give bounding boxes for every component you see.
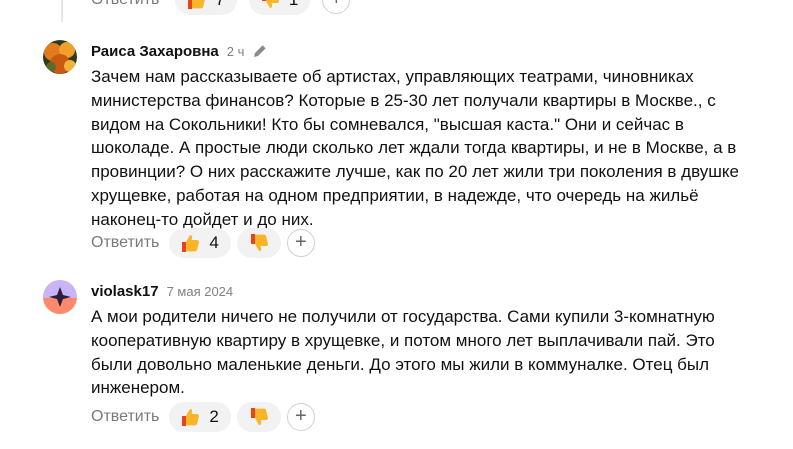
reply-button[interactable]: Ответить	[91, 408, 159, 426]
thumbs-up-icon	[179, 232, 201, 254]
comment-text-line: А мои родители ничего не получили от гос…	[91, 307, 715, 326]
comment-text-line: были довольно маленькие деньги. До этого…	[91, 354, 710, 374]
comment-actions: Ответить 2 +	[91, 402, 315, 432]
like-count: 4	[209, 233, 219, 252]
comment-text-line: Зачем нам рассказываете об артистах, упр…	[91, 67, 694, 86]
thumbs-up-icon	[185, 0, 207, 11]
plus-icon: +	[295, 405, 307, 427]
timestamp: 7 мая 2024	[166, 283, 234, 299]
like-button[interactable]: 7	[175, 0, 237, 15]
thumbs-down-icon	[259, 0, 281, 11]
timestamp: 2 ч	[226, 43, 245, 59]
thumbs-down-icon	[248, 406, 270, 428]
pencil-icon[interactable]	[252, 43, 268, 59]
comment-text-line: инженером.	[91, 378, 185, 398]
comment-actions: Ответить 4 +	[91, 228, 315, 258]
author-name[interactable]: violask17	[91, 283, 159, 300]
comment-text: Зачем нам рассказываете об артистах, упр…	[91, 65, 761, 232]
comment-text: А мои родители ничего не получили от гос…	[91, 305, 761, 400]
like-button[interactable]: 4	[169, 228, 231, 258]
comment-text-line: шоколаде. А простые люди сколько лет жда…	[91, 138, 737, 158]
author-name[interactable]: Раиса Захаровна	[91, 43, 219, 60]
reply-button[interactable]: Ответить	[91, 0, 159, 9]
comment-text-line: министерства финансов? Которые в 25-30 л…	[91, 90, 716, 110]
comment-text-line: хрущевке, работая на одном предприятии, …	[91, 185, 699, 205]
dislike-count: 1	[289, 0, 298, 10]
add-reaction-button[interactable]: +	[286, 403, 315, 431]
thumbs-down-icon	[248, 232, 270, 254]
like-count: 2	[209, 407, 219, 426]
dislike-button[interactable]	[236, 228, 281, 258]
like-button[interactable]: 2	[169, 402, 231, 432]
avatar[interactable]	[43, 40, 77, 74]
add-reaction-button[interactable]: +	[322, 0, 351, 14]
plus-icon: +	[330, 0, 342, 9]
add-reaction-button[interactable]: +	[286, 229, 315, 257]
previous-comment-actions: Ответить 7 1 +	[91, 0, 351, 15]
dislike-button[interactable]: 1	[248, 0, 311, 15]
comment-header: Раиса Захаровна 2 ч	[91, 41, 268, 61]
plus-icon: +	[295, 231, 307, 253]
comment-text-line: провинции? О них расскажите лучше, как п…	[91, 162, 739, 182]
comment-header: violask17 7 мая 2024	[91, 281, 233, 301]
comment-text-line: видом на Сокольники! Кто бы сомневался, …	[91, 114, 684, 134]
dislike-button[interactable]	[236, 402, 281, 432]
reply-button[interactable]: Ответить	[91, 234, 159, 252]
like-count: 7	[215, 0, 224, 10]
avatar[interactable]	[43, 280, 77, 314]
thread-line	[61, 0, 63, 22]
comment-text-line: кооперативную квартиру в хрущевке, и пот…	[91, 330, 715, 350]
thumbs-up-icon	[179, 406, 201, 428]
